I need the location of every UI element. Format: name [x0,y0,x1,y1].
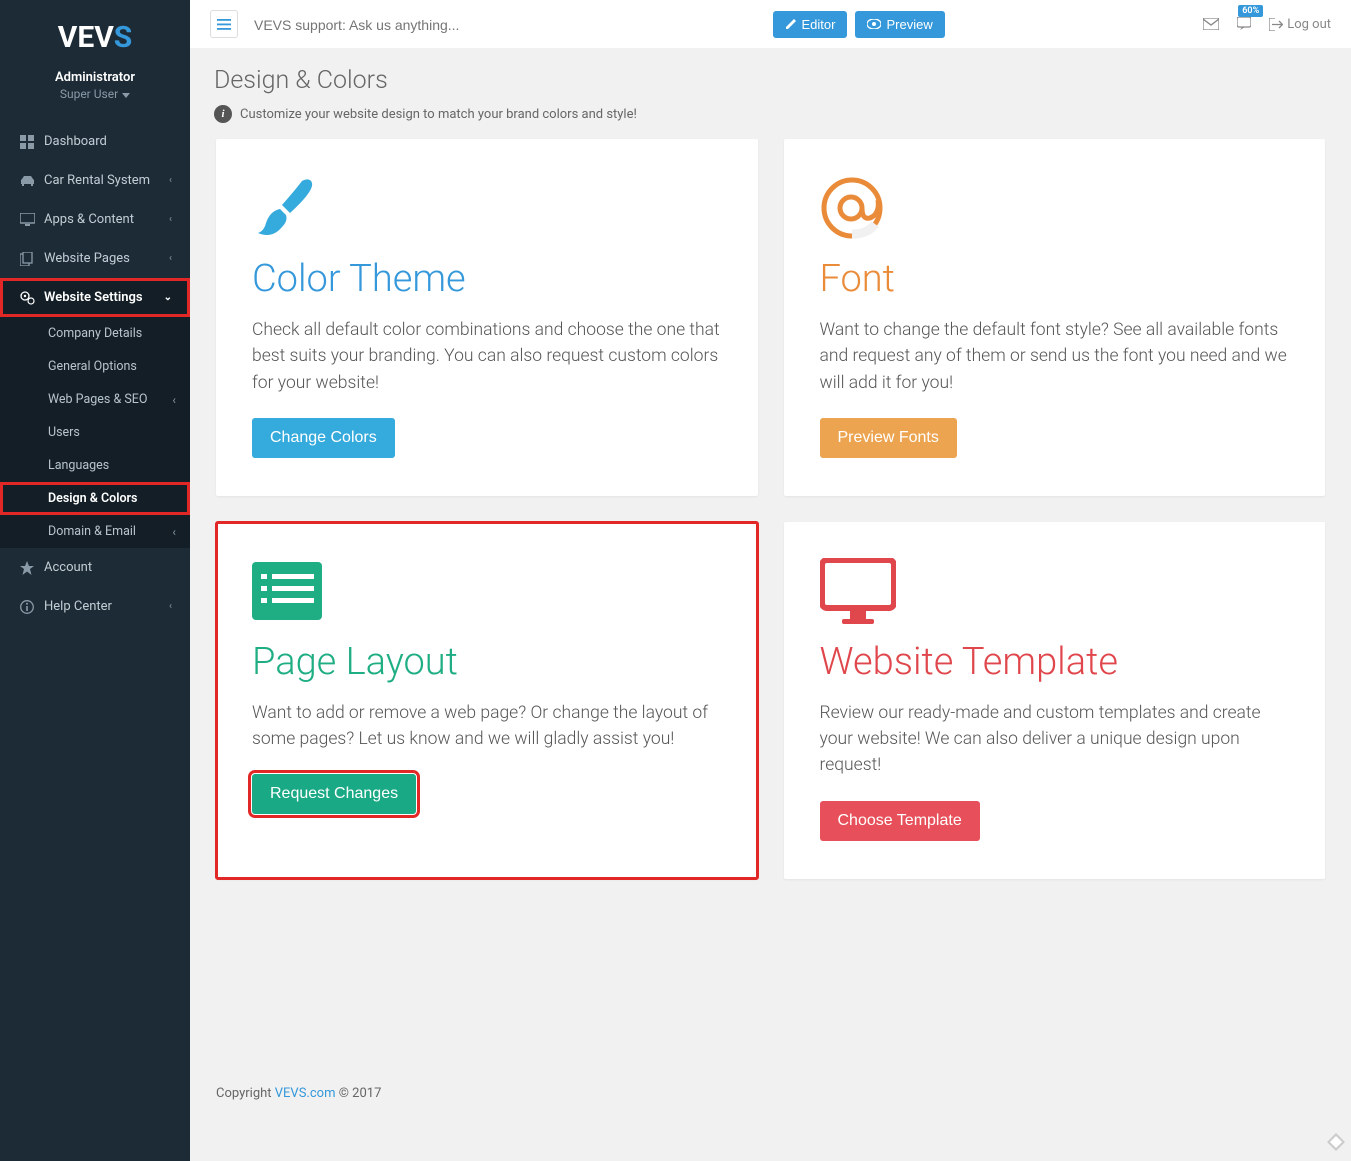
chevron-left-icon: ‹ [169,253,172,264]
sidebar-item-help-center[interactable]: Help Center ‹ [0,587,190,626]
settings-submenu: Company Details General Options Web Page… [0,317,190,548]
support-input[interactable] [254,17,514,33]
chevron-down-icon: ⌄ [164,292,172,303]
menu-toggle-button[interactable] [210,10,238,38]
cards-grid: Color Theme Check all default color comb… [190,139,1351,909]
eye-icon [867,19,881,29]
nav-label: Website Settings [44,290,143,305]
sub-item-company-details[interactable]: Company Details [0,317,190,350]
page-header: Design & Colors i Customize your website… [190,48,1351,139]
notification-badge: 60% [1238,5,1263,17]
card-desc: Want to add or remove a web page? Or cha… [252,700,722,753]
caret-down-icon [122,87,130,101]
logout-label: Log out [1287,17,1331,32]
topbar: Editor Preview 60% Log out [190,0,1351,48]
request-changes-button[interactable]: Request Changes [252,774,416,814]
chevron-left-icon: ‹ [169,601,172,612]
user-info[interactable]: Administrator Super User [0,65,190,114]
choose-template-button[interactable]: Choose Template [820,801,980,841]
pencil-icon [785,18,797,30]
info-icon [18,600,36,614]
logo-text-suffix: S [114,20,132,55]
sidebar-item-website-settings[interactable]: Website Settings ⌄ [0,278,190,317]
logout-link[interactable]: Log out [1269,17,1331,32]
page-title: Design & Colors [214,66,1327,95]
editor-button[interactable]: Editor [773,11,848,38]
screen-icon [18,213,36,226]
user-role: Administrator [0,70,190,85]
at-sign-icon [820,173,1290,243]
chevron-left-icon: ‹ [169,214,172,225]
footer-link[interactable]: VEVS.com [275,1086,336,1101]
grid-icon [18,135,36,149]
logo-text-prefix: VEV [58,20,114,55]
sub-item-design-colors[interactable]: Design & Colors [0,482,190,515]
notification-icon[interactable]: 60% [1237,15,1251,34]
sidebar-item-account[interactable]: Account [0,548,190,587]
nav-label: Website Pages [44,251,130,266]
card-website-template: Website Template Review our ready-made a… [784,522,1326,879]
sub-item-web-pages-seo[interactable]: Web Pages & SEO [0,383,190,416]
mail-icon[interactable] [1203,15,1219,34]
page-subtitle-text: Customize your website design to match y… [240,107,637,122]
car-icon [18,175,36,187]
nav-label: Help Center [44,599,112,614]
sub-item-languages[interactable]: Languages [0,449,190,482]
card-title: Font [820,257,1290,301]
monitor-icon [820,556,1290,626]
sidebar-item-apps-content[interactable]: Apps & Content ‹ [0,200,190,239]
card-desc: Want to change the default font style? S… [820,317,1290,396]
main-content: Editor Preview 60% Log out [190,0,1351,1161]
cogs-icon [18,291,36,305]
primary-nav: Dashboard Car Rental System ‹ Apps & Con… [0,114,190,626]
star-icon [18,561,36,575]
chevron-left-icon: ‹ [169,175,172,186]
preview-button[interactable]: Preview [855,11,944,38]
user-type-dropdown[interactable]: Super User [60,87,130,101]
card-page-layout: Page Layout Want to add or remove a web … [216,522,758,879]
sidebar-item-car-rental[interactable]: Car Rental System ‹ [0,161,190,200]
support-search [254,15,514,34]
change-colors-button[interactable]: Change Colors [252,418,395,458]
sub-item-users[interactable]: Users [0,416,190,449]
footer-prefix: Copyright [216,1086,275,1101]
footer-suffix: © 2017 [335,1086,381,1101]
editor-button-label: Editor [802,17,836,32]
footer: Copyright VEVS.com © 2017 [190,1068,1351,1161]
card-desc: Review our ready-made and custom templat… [820,700,1290,779]
card-color-theme: Color Theme Check all default color comb… [216,139,758,496]
nav-label: Car Rental System [44,173,150,188]
nav-label: Account [44,560,92,575]
nav-label: Dashboard [44,134,107,149]
preview-fonts-button[interactable]: Preview Fonts [820,418,957,458]
nav-label: Apps & Content [44,212,134,227]
card-font: Font Want to change the default font sty… [784,139,1326,496]
sidebar: VEVS Administrator Super User Dashboard … [0,0,190,1161]
sidebar-item-dashboard[interactable]: Dashboard [0,122,190,161]
logout-icon [1269,18,1283,31]
preview-button-label: Preview [886,17,932,32]
user-type-label: Super User [60,87,118,101]
hamburger-icon [217,19,231,30]
list-layout-icon [252,556,722,626]
card-title: Page Layout [252,640,722,684]
sidebar-item-website-pages[interactable]: Website Pages ‹ [0,239,190,278]
sub-item-domain-email[interactable]: Domain & Email [0,515,190,548]
logo[interactable]: VEVS [0,0,190,65]
copy-icon [18,252,36,266]
sub-item-general-options[interactable]: General Options [0,350,190,383]
card-title: Website Template [820,640,1290,684]
card-desc: Check all default color combinations and… [252,317,722,396]
corner-widget-icon[interactable] [1327,1133,1345,1155]
card-title: Color Theme [252,257,722,301]
info-icon: i [214,105,232,123]
paintbrush-icon [252,173,722,243]
